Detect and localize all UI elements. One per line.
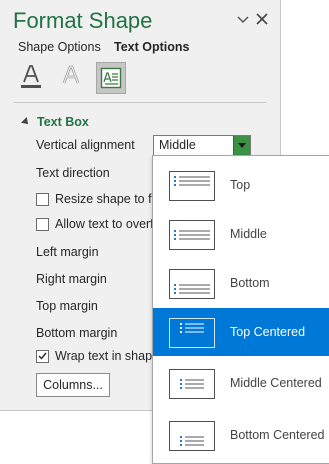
top-centered-align-icon: [169, 318, 215, 348]
divider: [14, 102, 266, 103]
top-align-icon: [169, 171, 215, 201]
textbox-tab[interactable]: [96, 62, 126, 94]
collapse-caret-icon: [21, 117, 31, 127]
text-fill-outline-tab[interactable]: [17, 62, 45, 92]
allow-overflow-checkbox[interactable]: [36, 217, 49, 231]
middle-centered-align-icon: [169, 369, 215, 399]
allow-overflow-label: Allow text to overfl: [55, 217, 157, 231]
close-icon[interactable]: [253, 10, 271, 28]
option-label: Middle: [230, 227, 267, 241]
text-effects-icon: [62, 65, 80, 84]
right-margin-label: Right margin: [36, 272, 107, 286]
option-label: Bottom: [230, 276, 270, 290]
resize-shape-checkbox[interactable]: [36, 192, 49, 206]
option-label: Top: [230, 178, 251, 192]
text-fill-outline-icon: [21, 65, 41, 88]
allow-overflow-option[interactable]: Allow text to overfl: [36, 217, 156, 231]
option-bottom[interactable]: Bottom: [153, 259, 329, 307]
bottom-align-icon: [169, 269, 215, 299]
textbox-icon: [100, 67, 122, 89]
text-box-section-header[interactable]: Text Box: [21, 115, 89, 129]
option-label: Middle Centered: [230, 376, 322, 390]
dropdown-arrow-icon[interactable]: [233, 136, 250, 155]
wrap-text-option[interactable]: Wrap text in shape: [36, 349, 159, 363]
wrap-text-checkbox[interactable]: [36, 349, 49, 363]
option-bottom-centered[interactable]: Bottom Centered: [153, 411, 329, 459]
option-middle-centered[interactable]: Middle Centered: [153, 359, 329, 407]
resize-shape-option[interactable]: Resize shape to fit t: [36, 192, 165, 206]
columns-button[interactable]: Columns...: [36, 373, 110, 397]
pane-title: Format Shape: [13, 8, 153, 33]
resize-shape-label: Resize shape to fit t: [55, 192, 165, 206]
vertical-alignment-label: Vertical alignment: [36, 138, 135, 152]
option-label: Top Centered: [230, 325, 306, 339]
tab-text-options[interactable]: Text Options: [114, 40, 189, 54]
top-margin-label: Top margin: [36, 299, 98, 313]
text-direction-label: Text direction: [36, 166, 110, 180]
bottom-centered-align-icon: [169, 421, 215, 451]
option-top-centered[interactable]: Top Centered: [153, 308, 329, 356]
bottom-margin-label: Bottom margin: [36, 326, 118, 340]
wrap-text-label: Wrap text in shape: [55, 349, 159, 363]
vertical-alignment-value: Middle: [159, 138, 196, 152]
option-top[interactable]: Top: [153, 161, 329, 209]
middle-align-icon: [169, 220, 215, 250]
option-middle[interactable]: Middle: [153, 210, 329, 258]
vertical-alignment-select[interactable]: Middle: [153, 135, 251, 156]
vertical-alignment-dropdown: Top Middle Bottom Top Centered Middle Ce…: [152, 155, 329, 464]
left-margin-label: Left margin: [36, 245, 99, 259]
option-label: Bottom Centered: [230, 428, 325, 442]
pane-options-chevron-icon[interactable]: [235, 12, 251, 28]
text-effects-tab[interactable]: [57, 62, 85, 92]
tab-shape-options[interactable]: Shape Options: [18, 40, 101, 54]
section-title: Text Box: [37, 115, 89, 129]
checkmark-icon: [38, 352, 47, 360]
